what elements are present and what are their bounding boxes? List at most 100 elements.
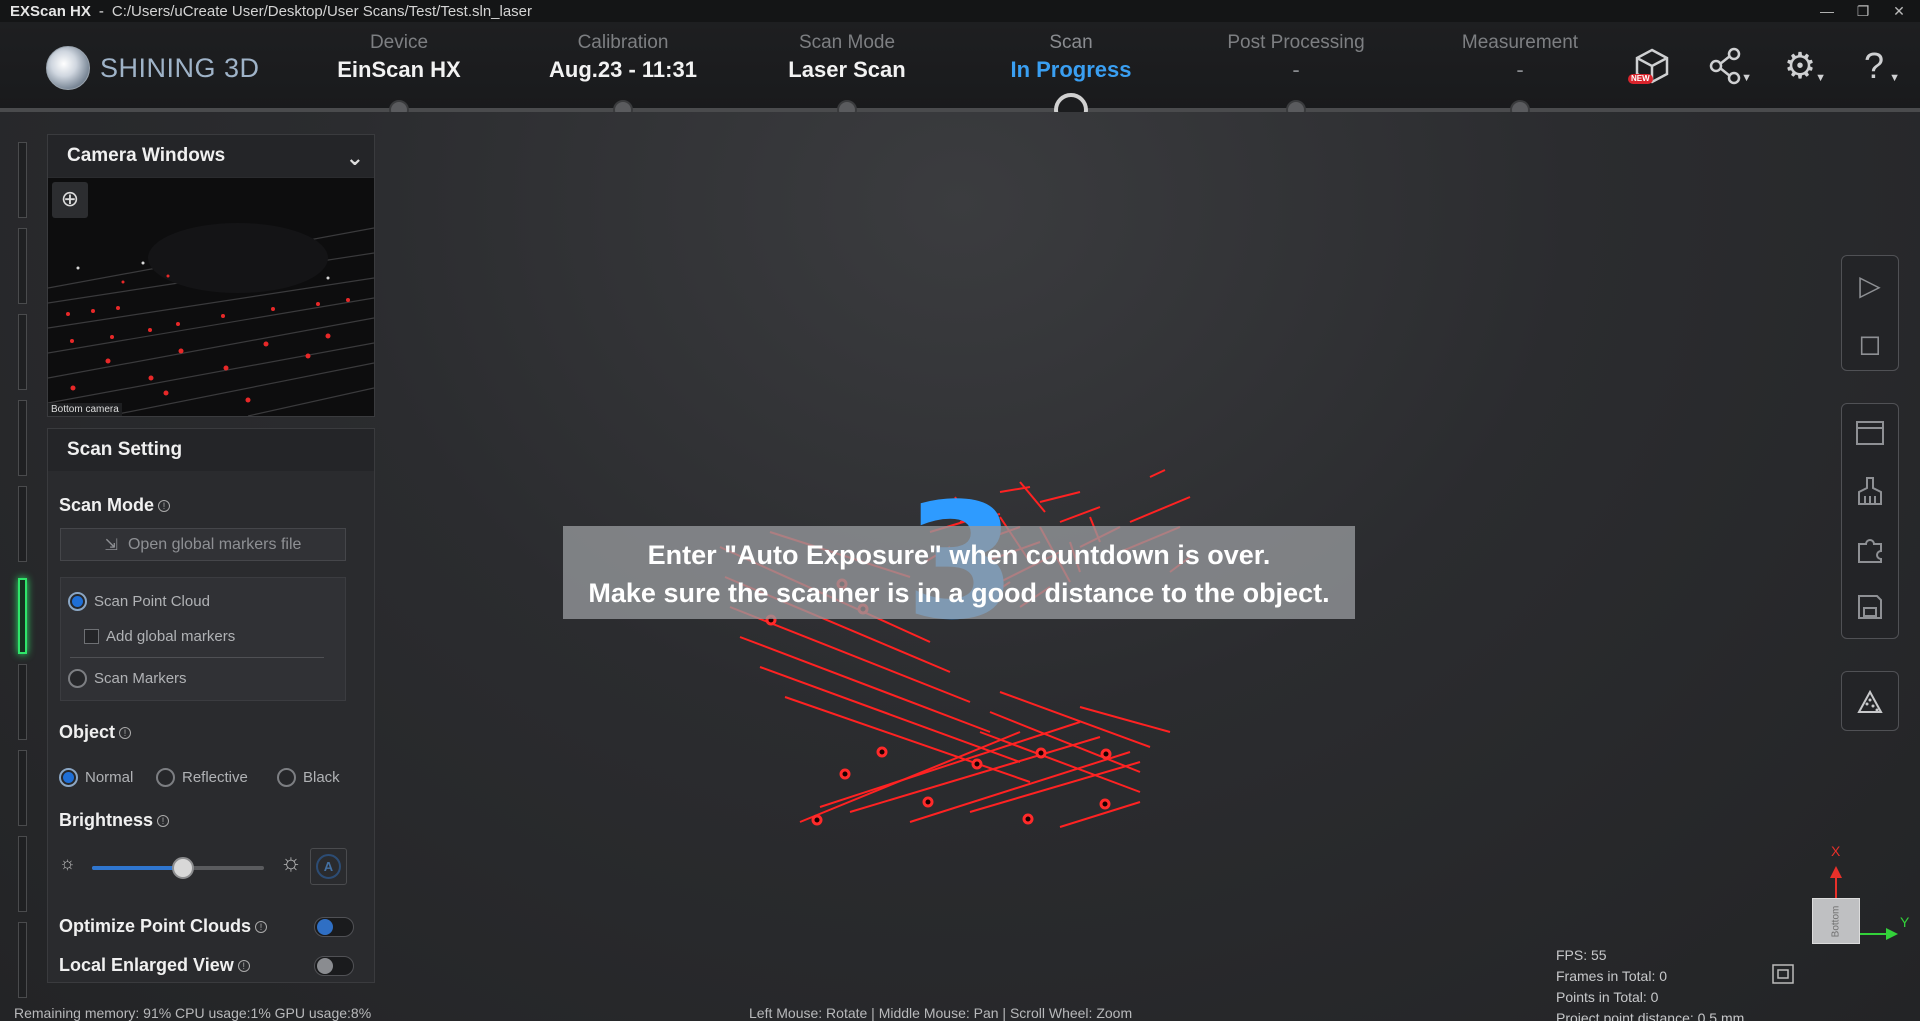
share-button[interactable]: ▼: [1702, 46, 1752, 86]
help-button[interactable]: ? ▼: [1850, 46, 1900, 86]
toggle-knob: [317, 919, 333, 935]
scan-setting-title: Scan Setting: [67, 439, 183, 460]
object-reflective-radio[interactable]: Reflective: [156, 768, 248, 787]
step-device[interactable]: Device EinScan HX: [299, 32, 499, 83]
view-strip[interactable]: [18, 142, 27, 218]
optimize-heading: Optimize Point Clouds!: [59, 916, 267, 937]
object-black-radio[interactable]: Black: [277, 768, 340, 787]
save-button[interactable]: [1842, 578, 1898, 636]
local-enlarged-toggle[interactable]: [314, 956, 354, 976]
radio-unselected[interactable]: [156, 768, 175, 787]
info-icon[interactable]: !: [119, 727, 132, 740]
plugin-button[interactable]: [1842, 520, 1898, 578]
fps-readout: FPS: 55: [1556, 947, 1607, 963]
info-icon[interactable]: !: [237, 960, 250, 973]
camera-scan-lines: [48, 223, 374, 416]
checkbox[interactable]: [84, 629, 99, 644]
view-strip[interactable]: [18, 228, 27, 304]
info-icon[interactable]: !: [158, 500, 171, 513]
step-measurement[interactable]: Measurement -: [1420, 32, 1620, 83]
step-label: Post Processing: [1227, 32, 1365, 53]
step-value: Laser Scan: [788, 57, 906, 82]
step-value: -: [1516, 57, 1524, 82]
view-strip[interactable]: [18, 400, 27, 476]
restore-icon[interactable]: ❐: [1852, 3, 1874, 20]
message-line-1: Enter "Auto Exposure" when countdown is …: [647, 540, 1271, 570]
axis-y-label: Y: [1900, 914, 1910, 930]
radio-label: Scan Markers: [94, 670, 187, 687]
zoom-in-icon[interactable]: ⊕: [52, 182, 88, 218]
brightness-knob[interactable]: [172, 857, 195, 879]
brightness-high-icon: ☼: [280, 849, 302, 876]
step-post-processing[interactable]: Post Processing -: [1196, 32, 1396, 83]
brightness-fill: [92, 866, 184, 870]
local-enlarged-heading: Local Enlarged View!: [59, 955, 250, 976]
scan-setting-header: Scan Setting: [48, 429, 374, 471]
object-label: Object: [59, 722, 116, 742]
mesh-button[interactable]: [1842, 672, 1898, 730]
camera-panel-header[interactable]: Camera Windows ⌄: [48, 135, 374, 177]
save-icon: [1858, 595, 1882, 619]
view-strip[interactable]: [18, 664, 27, 740]
title-separator: -: [98, 2, 104, 20]
auto-exposure-icon: A: [316, 854, 341, 879]
step-scan[interactable]: Scan In Progress: [971, 32, 1171, 83]
object-normal-radio[interactable]: Normal: [59, 768, 133, 787]
settings-button[interactable]: ⚙ ▼: [1776, 46, 1826, 86]
radio-label: Reflective: [182, 769, 248, 786]
camera-windows-panel: Camera Windows ⌄ ⊕ Bottom camera: [47, 134, 375, 417]
broom-icon: [1858, 477, 1882, 505]
step-calibration[interactable]: Calibration Aug.23 - 11:31: [523, 32, 723, 83]
view-strip[interactable]: [18, 750, 27, 826]
view-strip[interactable]: [18, 486, 27, 562]
chevron-down-icon: ▼: [1815, 72, 1826, 84]
radio-selected[interactable]: [68, 592, 87, 611]
brightness-low-icon: ☼: [59, 853, 76, 873]
puzzle-icon: [1858, 539, 1882, 563]
info-icon[interactable]: !: [157, 815, 170, 828]
scan-control-toolbar: ▷ ◻: [1841, 255, 1899, 371]
camera-label: Bottom camera: [48, 403, 122, 416]
chevron-down-icon[interactable]: ⌄: [346, 145, 364, 171]
radio-selected[interactable]: [59, 768, 78, 787]
step-scan-mode[interactable]: Scan Mode Laser Scan: [747, 32, 947, 83]
play-icon: ▷: [1859, 269, 1881, 301]
camera-preview[interactable]: ⊕ Bottom camera: [48, 178, 374, 416]
view-strip[interactable]: [18, 922, 27, 998]
workflow-header: SHINING 3D Device EinScan HX Calibration…: [0, 22, 1920, 127]
window-controls: — ❐ ✕: [1816, 0, 1910, 22]
optimize-toggle[interactable]: [314, 917, 354, 937]
auto-exposure-message: Enter "Auto Exposure" when countdown is …: [563, 526, 1355, 619]
app-name: EXScan HX: [10, 2, 91, 20]
title-bar: EXScan HX - C:/Users/uCreate User/Deskto…: [0, 0, 1920, 22]
new-badge: NEW: [1628, 74, 1653, 84]
view-strip[interactable]: [18, 836, 27, 912]
stop-button[interactable]: ◻: [1842, 314, 1898, 372]
add-global-markers-checkbox[interactable]: Add global markers: [84, 628, 235, 645]
view-cube[interactable]: Bottom: [1812, 898, 1860, 944]
window-button[interactable]: [1842, 404, 1898, 462]
view-strip[interactable]: [18, 314, 27, 390]
play-button[interactable]: ▷: [1842, 256, 1898, 314]
fit-view-icon[interactable]: [1771, 963, 1795, 985]
model-store-button[interactable]: NEW: [1628, 46, 1676, 86]
chevron-down-icon: ▼: [1889, 72, 1900, 84]
view-strip-active[interactable]: [18, 578, 27, 654]
scan-markers-radio[interactable]: Scan Markers: [68, 669, 187, 688]
minimize-icon[interactable]: —: [1816, 3, 1838, 19]
auto-exposure-button[interactable]: A: [310, 848, 347, 885]
local-enlarged-label: Local Enlarged View: [59, 955, 234, 975]
open-global-markers-button[interactable]: ⇲ Open global markers file: [60, 528, 346, 561]
radio-unselected[interactable]: [68, 669, 87, 688]
stop-icon: ◻: [1858, 327, 1882, 359]
radio-label: Scan Point Cloud: [94, 593, 210, 610]
scan-point-cloud-radio[interactable]: Scan Point Cloud: [68, 592, 210, 611]
radio-unselected[interactable]: [277, 768, 296, 787]
clean-button[interactable]: [1842, 462, 1898, 520]
info-icon[interactable]: !: [255, 921, 267, 934]
import-icon: ⇲: [104, 536, 118, 554]
message-line-2: Make sure the scanner is in a good dista…: [588, 578, 1330, 608]
close-icon[interactable]: ✕: [1888, 3, 1910, 20]
brightness-slider[interactable]: [92, 857, 264, 879]
step-value: EinScan HX: [337, 57, 461, 82]
